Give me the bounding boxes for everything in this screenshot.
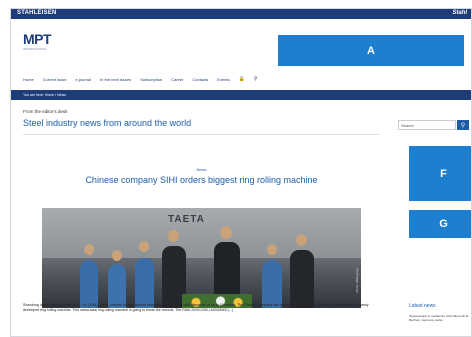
photo-person-head: [267, 244, 277, 255]
nav-item-career[interactable]: Career: [171, 77, 183, 82]
photo-person-head: [296, 234, 307, 246]
search-input[interactable]: Search: [398, 120, 456, 130]
search-button[interactable]: ⚲: [457, 120, 469, 130]
article-excerpt: Shandong Iraeta Heavy Industry Co., Ltd.…: [23, 303, 380, 313]
photo-person-head: [84, 244, 94, 255]
ad-slot-g[interactable]: G: [409, 210, 471, 238]
nav-item-contacts[interactable]: Contacts: [192, 77, 208, 82]
photo-person-head: [220, 226, 232, 239]
breadcrumb[interactable]: You are here: Home / News: [23, 93, 66, 97]
section-kicker: From the editor's desk: [23, 109, 68, 114]
photo-person: [80, 260, 98, 308]
latest-news-heading: Latest news: [409, 303, 436, 309]
photo-person: [108, 264, 126, 308]
photo-person-head: [139, 241, 149, 252]
photo-sign: TAETA: [168, 214, 205, 225]
publisher-brand[interactable]: STAHLEISEN: [17, 10, 57, 16]
photo-person-head: [112, 250, 122, 261]
title-divider: [23, 134, 380, 135]
photo-person: [135, 258, 154, 308]
latest-news-item[interactable]: thyssenkrupp to modernize cold rolled mi…: [409, 314, 471, 322]
main-content: From the editor's desk Steel industry ne…: [23, 109, 380, 185]
article-headline[interactable]: Chinese company SIHI orders biggest ring…: [23, 175, 380, 185]
lock-icon[interactable]: 🔒: [238, 76, 244, 82]
photo-person-head: [168, 230, 179, 242]
nav-item-next-issues[interactable]: In the next issues: [100, 77, 131, 82]
ad-slot-f[interactable]: F: [409, 146, 471, 201]
photo-person: [290, 250, 314, 308]
site-logo[interactable]: MPT INTERNATIONAL: [23, 31, 52, 51]
nav-item-current-issue[interactable]: Current issue: [43, 77, 67, 82]
news-category-label[interactable]: News: [23, 167, 380, 172]
sidebar: Search ⚲ F G Latest news thyssenkrupp to…: [398, 9, 471, 336]
nav-item-subscription[interactable]: Subscription: [140, 77, 162, 82]
article-excerpt-text: Shandong Iraeta Heavy Industry Co., Ltd.…: [23, 303, 369, 312]
page-title: Steel industry news from around the worl…: [23, 118, 192, 128]
nav-item-events[interactable]: Events: [217, 77, 229, 82]
read-more-link[interactable]: [...]: [228, 308, 233, 312]
nav-item-home[interactable]: Home: [23, 77, 34, 82]
photo-person: [262, 260, 282, 308]
search-icon[interactable]: ⚲: [254, 76, 258, 82]
logo-text: MPT: [23, 31, 52, 47]
photo-credit: Photo: SMS group: [355, 268, 359, 293]
main-nav: Home Current issue e-journal In the next…: [23, 76, 257, 82]
article-photo[interactable]: TAETA Photo: SMS group: [42, 208, 361, 308]
nav-item-e-journal[interactable]: e-journal: [75, 77, 91, 82]
logo-tagline: INTERNATIONAL: [23, 47, 47, 51]
page-frame: STAHLEISEN Stahl MPT INTERNATIONAL A Hom…: [10, 8, 472, 337]
search-icon: ⚲: [460, 122, 466, 129]
